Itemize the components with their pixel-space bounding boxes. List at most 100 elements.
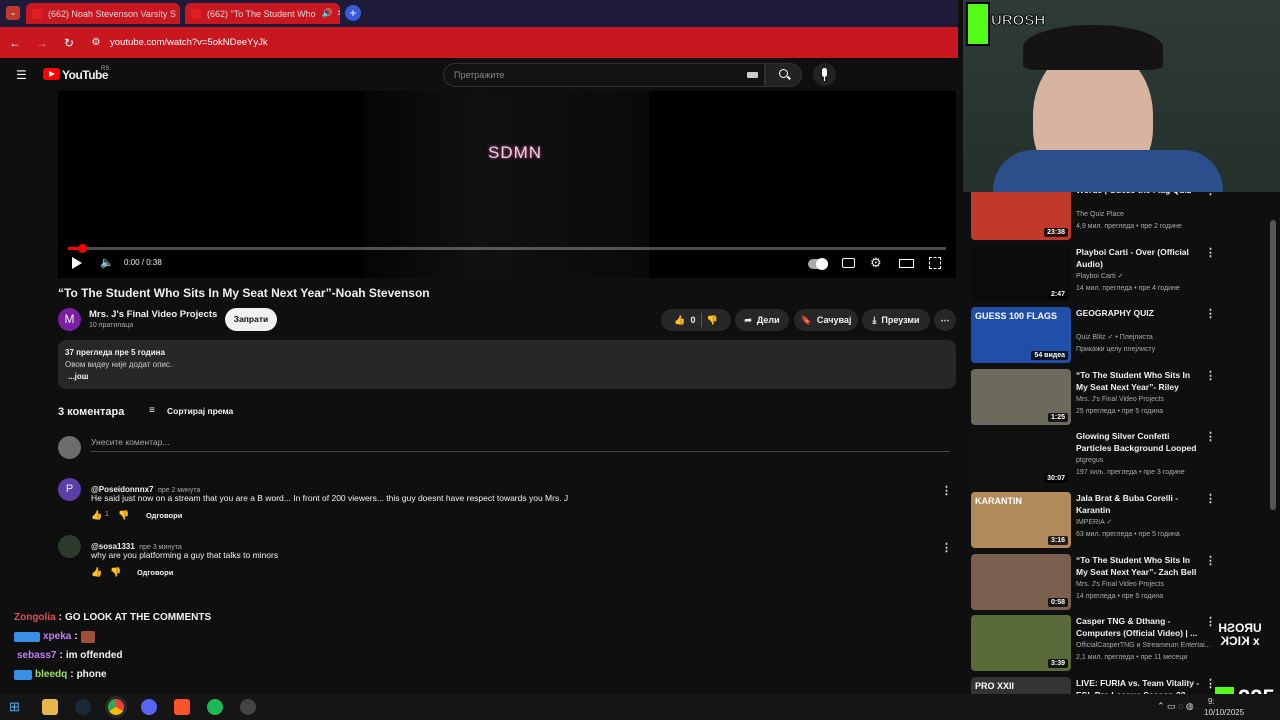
video-channel[interactable]: The Quiz Place: [1076, 209, 1216, 221]
comment-like-icon[interactable]: 👍: [91, 510, 102, 521]
spotify-icon[interactable]: [207, 699, 223, 715]
video-title[interactable]: Words | Guess the Flag Quiz: [1076, 192, 1201, 196]
subtitles-icon[interactable]: [842, 258, 855, 268]
volume-icon[interactable]: 🔈: [100, 256, 114, 269]
recommended-video[interactable]: 23:38 Words | Guess the Flag Quiz The Qu…: [971, 192, 1221, 241]
steam-icon[interactable]: [75, 699, 91, 715]
video-menu-icon[interactable]: ⋮: [1205, 430, 1216, 443]
comment-dislike-icon[interactable]: 👎: [118, 510, 129, 521]
recommended-video[interactable]: 0:58 “To The Student Who Sits In My Seat…: [971, 553, 1221, 611]
video-thumbnail[interactable]: 2:47: [971, 245, 1071, 302]
download-button[interactable]: ⤓ Преузми: [862, 309, 930, 331]
video-channel[interactable]: IMPERIA ✓: [1076, 517, 1216, 529]
subscribe-button[interactable]: Запрати: [225, 308, 277, 331]
progress-track[interactable]: [68, 244, 946, 253]
video-thumbnail[interactable]: 30:07: [971, 430, 1071, 487]
taskbar-date[interactable]: 10/10/2025: [1204, 708, 1244, 717]
forward-arrow-icon[interactable]: →: [32, 36, 52, 50]
comment-like-icon[interactable]: 👍: [91, 567, 102, 578]
progress-scrubber[interactable]: [78, 244, 87, 253]
video-menu-icon[interactable]: ⋮: [1205, 246, 1216, 259]
video-title[interactable]: “To The Student Who Sits In My Seat Next…: [1076, 369, 1201, 393]
video-title[interactable]: Jala Brat & Buba Corelli - Karantin: [1076, 492, 1201, 516]
recommended-video[interactable]: KARANTIN 3:16 Jala Brat & Buba Corelli -…: [971, 492, 1221, 549]
back-arrow-icon[interactable]: ←: [5, 36, 25, 50]
sort-icon[interactable]: ≡: [149, 405, 155, 416]
recommended-video[interactable]: 3:39 Casper TNG & Dthang - Computers (Of…: [971, 615, 1221, 672]
play-icon[interactable]: [72, 257, 82, 269]
video-channel[interactable]: Playboi Carti ✓: [1076, 271, 1216, 283]
video-thumbnail[interactable]: KARANTIN 3:16: [971, 492, 1071, 548]
more-actions-button[interactable]: ⋯: [934, 309, 956, 331]
video-title[interactable]: Glowing Silver Confetti Particles Backgr…: [1076, 430, 1201, 454]
taskbar-time[interactable]: 9:: [1208, 697, 1215, 706]
video-channel[interactable]: Quiz Blitz ✓ • Плејлиста: [1076, 332, 1216, 344]
video-title[interactable]: GEOGRAPHY QUIZ: [1076, 307, 1201, 319]
reply-button[interactable]: Одговори: [146, 511, 182, 520]
video-title[interactable]: “To The Student Who Sits In My Seat Next…: [1076, 554, 1201, 578]
fullscreen-icon[interactable]: [929, 257, 941, 269]
autoplay-toggle[interactable]: [808, 258, 828, 270]
chrome-icon[interactable]: [108, 699, 124, 715]
comment-input[interactable]: Унесите коментар...: [91, 437, 169, 447]
video-thumbnail[interactable]: GUESS 100 FLAGS 54 видеа: [971, 307, 1071, 364]
share-button[interactable]: ➦ Дели: [735, 309, 789, 331]
comment-menu-icon[interactable]: ⋮: [941, 484, 952, 497]
comment-avatar[interactable]: [58, 535, 81, 558]
sort-button[interactable]: Сортирај према: [167, 406, 233, 416]
video-menu-icon[interactable]: ⋮: [1205, 492, 1216, 505]
youtube-logo-icon[interactable]: [43, 68, 60, 80]
sidebar-scrollbar[interactable]: [1270, 220, 1276, 510]
recommended-video[interactable]: 30:07 Glowing Silver Confetti Particles …: [971, 430, 1221, 487]
video-channel[interactable]: ptgregus: [1076, 455, 1216, 467]
discord-icon[interactable]: [141, 699, 157, 715]
video-thumbnail[interactable]: 0:58: [971, 553, 1071, 610]
reload-icon[interactable]: ↻: [59, 36, 79, 50]
video-channel[interactable]: OfficialCasperTNG и Streameum Entertai..…: [1076, 640, 1216, 652]
new-tab-plus-icon[interactable]: +: [345, 5, 361, 21]
reply-button[interactable]: Одговори: [137, 568, 173, 577]
channel-name[interactable]: Mrs. J's Final Video Projects: [89, 309, 217, 320]
video-menu-icon[interactable]: ⋮: [1205, 369, 1216, 382]
video-thumbnail[interactable]: PRO XXII: [971, 676, 1071, 694]
recommended-video[interactable]: 2:47 Playboi Carti - Over (Official Audi…: [971, 245, 1221, 303]
video-thumbnail[interactable]: 23:38: [971, 192, 1071, 240]
channel-avatar[interactable]: M: [58, 308, 81, 331]
file-explorer-icon[interactable]: [42, 699, 58, 715]
recommended-video[interactable]: PRO XXII LIVE: FURIA vs. Team Vitality -…: [971, 676, 1221, 694]
video-player[interactable]: SDMN 🔈 0:00 / 0:38 ⚙: [58, 91, 956, 278]
description-box[interactable]: 37 прегледа пре 5 година Овом видеу није…: [58, 340, 956, 389]
dislike-icon[interactable]: 👎: [707, 315, 718, 326]
video-title[interactable]: Playboi Carti - Over (Official Audio): [1076, 246, 1201, 270]
comment-avatar[interactable]: P: [58, 478, 81, 501]
video-thumbnail[interactable]: 1:25: [971, 368, 1071, 425]
show-more-link[interactable]: ...још: [68, 372, 88, 381]
tab-list-chevron-icon[interactable]: ⌄: [6, 6, 20, 20]
url-field[interactable]: youtube.com/watch?v=5okNDeeYyJk: [110, 37, 268, 48]
like-icon[interactable]: 👍: [674, 315, 685, 326]
windows-start-icon[interactable]: ⊞: [9, 699, 25, 715]
site-info-icon[interactable]: ⚙: [86, 37, 106, 48]
video-title[interactable]: Casper TNG & Dthang - Computers (Officia…: [1076, 615, 1201, 639]
tab-close-icon[interactable]: ✕: [337, 8, 340, 19]
video-channel[interactable]: Mrs. J's Final Video Projects: [1076, 579, 1216, 591]
video-thumbnail[interactable]: 3:39: [971, 615, 1071, 672]
video-menu-icon[interactable]: ⋮: [1205, 307, 1216, 320]
microphone-icon[interactable]: [813, 63, 836, 86]
recommended-video[interactable]: 1:25 “To The Student Who Sits In My Seat…: [971, 368, 1221, 426]
speaker-icon[interactable]: 🔊: [322, 8, 333, 19]
obs-icon[interactable]: [240, 699, 256, 715]
browser-tab-1[interactable]: (662) Noah Stevenson Varsity S ✕: [26, 3, 180, 24]
video-title[interactable]: LIVE: FURIA vs. Team Vitality - ESL Pro …: [1076, 677, 1201, 694]
search-input[interactable]: Претражите: [443, 63, 765, 87]
video-menu-icon[interactable]: ⋮: [1205, 192, 1216, 197]
keyboard-icon[interactable]: [747, 72, 758, 78]
brave-icon[interactable]: [174, 699, 190, 715]
comment-menu-icon[interactable]: ⋮: [941, 541, 952, 554]
tray-icons[interactable]: ⌃ ▭ ◌ ◍: [1157, 701, 1194, 712]
search-button[interactable]: [765, 63, 802, 87]
video-channel[interactable]: Mrs. J's Final Video Projects: [1076, 394, 1216, 406]
browser-tab-2[interactable]: (662) "To The Student Who 🔊 ✕: [185, 3, 340, 24]
recommended-video[interactable]: GUESS 100 FLAGS 54 видеа GEOGRAPHY QUIZ …: [971, 307, 1221, 364]
like-count[interactable]: 0: [690, 315, 695, 325]
